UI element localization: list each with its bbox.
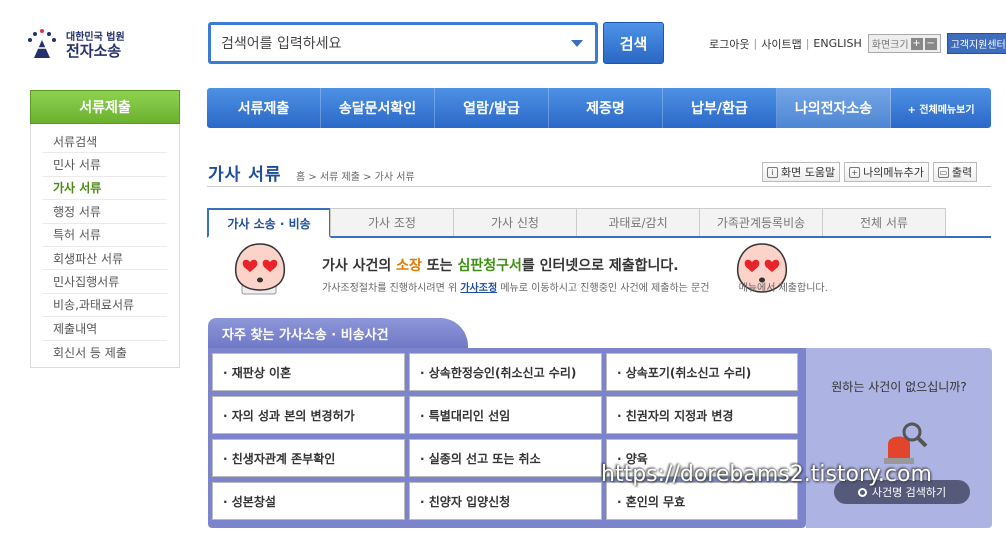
faq-item-judicial-divorce[interactable]: · 재판상 이혼	[212, 353, 405, 391]
watermark-text: https://dorebams2.tistory.com	[601, 462, 932, 487]
tab-all-documents[interactable]: 전체 서류	[822, 208, 946, 236]
english-link[interactable]: ENGLISH	[813, 37, 861, 50]
sidebar-item-bankruptcy[interactable]: 회생파산 서류	[43, 247, 167, 271]
screen-help-label: 화면 도움말	[781, 166, 836, 179]
faq-item-custody-designation[interactable]: · 친권자의 지정과 변경	[606, 396, 798, 434]
nav-all-menu[interactable]: + 전체메뉴보기	[891, 101, 991, 116]
faq-item-limited-inheritance[interactable]: · 상속한정승인(취소신고 수리)	[409, 353, 602, 391]
info-icon: i	[767, 166, 778, 178]
bookmark-icon: +	[849, 166, 861, 178]
sidebar-title: 서류제출	[30, 90, 180, 124]
font-size-label: 화면크기	[871, 40, 909, 51]
search-box	[208, 22, 598, 64]
tab-family-application[interactable]: 가사 신청	[453, 208, 577, 236]
font-size-control: 화면크기 + −	[867, 34, 941, 53]
divider	[207, 186, 991, 187]
add-my-menu-label: 나의메뉴추가	[863, 166, 924, 179]
case-search-help: 원하는 사건이 없으십니까? 사건명 검색하기	[806, 348, 992, 528]
petition-highlight: 심판청구서	[457, 258, 522, 274]
sidebar-item-family[interactable]: 가사 서류	[43, 177, 167, 201]
help-question: 원하는 사건이 없으십니까?	[831, 380, 967, 394]
sidebar-item-administrative[interactable]: 행정 서류	[43, 200, 167, 224]
tab-family-litigation[interactable]: 가사 소송 · 비송	[207, 208, 331, 238]
nav-service-documents[interactable]: 송달문서확인	[321, 88, 435, 128]
complaint-highlight: 소장	[396, 258, 422, 274]
logo-big-text: 전자소송	[66, 42, 122, 60]
nav-certificates[interactable]: 제증명	[549, 88, 663, 128]
sidebar-item-submission-history[interactable]: 제출내역	[43, 317, 167, 341]
logout-link[interactable]: 로그아웃	[709, 36, 749, 52]
breadcrumb: 홈 > 서류 제출 > 가사 서류	[296, 172, 415, 183]
printer-icon: ▭	[937, 166, 949, 178]
sidebar-item-civil[interactable]: 민사 서류	[43, 153, 167, 177]
search-input[interactable]	[221, 33, 561, 55]
faq-item-parentage-confirmation[interactable]: · 친생자관계 존부확인	[212, 439, 405, 477]
faq-item-surname-creation[interactable]: · 성본창설	[212, 482, 405, 520]
main-navigation: 서류제출 송달문서확인 열람/발급 제증명 납부/환급 나의전자소송 + 전체메…	[207, 88, 991, 128]
court-logo[interactable]: 대한민국 법원 전자소송	[24, 26, 134, 62]
faq-item-inheritance-renunciation[interactable]: · 상속포기(취소신고 수리)	[606, 353, 798, 391]
faq-item-full-adoption[interactable]: · 친양자 입양신청	[409, 482, 602, 520]
page-tools: i 화면 도움말 + 나의메뉴추가 ▭ 출력	[762, 162, 978, 182]
sitemap-link[interactable]: 사이트맵	[761, 36, 801, 52]
sidebar-item-reply-submission[interactable]: 회신서 등 제출	[43, 341, 167, 364]
info-headline: 가사 사건의 소장 또는 심판청구서를 인터넷으로 제출합니다.	[322, 258, 679, 274]
tab-family-registration[interactable]: 가족관계등록비송	[699, 208, 823, 236]
sidebar-menu: 서류검색 민사 서류 가사 서류 행정 서류 특허 서류 회생파산 서류 민사집…	[30, 124, 180, 368]
screen-help-button[interactable]: i 화면 도움말	[762, 162, 841, 182]
utility-links: 로그아웃 | 사이트맵 | ENGLISH 화면크기 + − 고객지원센터	[709, 33, 1006, 54]
category-tabs: 가사 소송 · 비송 가사 조정 가사 신청 과태료/감치 가족관계등록비송 전…	[207, 208, 991, 238]
chevron-down-icon[interactable]	[571, 40, 583, 47]
divider: |	[753, 37, 758, 50]
font-increase-button[interactable]: +	[910, 37, 923, 50]
sidebar-item-document-search[interactable]: 서류검색	[43, 130, 167, 154]
sidebar-item-patent[interactable]: 특허 서류	[43, 224, 167, 247]
faq-item-marriage-nullity[interactable]: · 혼인의 무효	[606, 482, 798, 520]
print-label: 출력	[951, 166, 973, 179]
nav-document-submission[interactable]: 서류제출	[207, 88, 321, 128]
sidebar-item-civil-execution[interactable]: 민사집행서류	[43, 270, 167, 294]
page-title: 가사 서류	[208, 165, 282, 185]
tab-family-mediation[interactable]: 가사 조정	[330, 208, 454, 236]
font-decrease-button[interactable]: −	[924, 37, 937, 50]
faq-item-special-agent[interactable]: · 특별대리인 선임	[409, 396, 602, 434]
add-my-menu-button[interactable]: + 나의메뉴추가	[844, 162, 929, 182]
heart-eyes-peach-sticker-icon	[234, 243, 286, 295]
faq-item-disappearance[interactable]: · 실종의 선고 또는 취소	[409, 439, 602, 477]
search-button[interactable]: 검색	[603, 22, 664, 64]
court-emblem-icon	[28, 29, 56, 58]
nav-my-ecourt[interactable]: 나의전자소송	[777, 88, 891, 128]
nav-view-issue[interactable]: 열람/발급	[435, 88, 549, 128]
faq-item-surname-change[interactable]: · 자의 성과 본의 변경허가	[212, 396, 405, 434]
family-mediation-link[interactable]: 가사조정	[460, 283, 497, 294]
divider: |	[805, 37, 810, 50]
print-button[interactable]: ▭ 출력	[932, 162, 978, 182]
search-icon	[857, 487, 867, 497]
siren-magnifier-icon	[884, 422, 928, 464]
faq-title: 자주 찾는 가사소송 · 비송사건	[208, 318, 468, 348]
nav-payment-refund[interactable]: 납부/환급	[663, 88, 777, 128]
info-description: 가사조정절차를 진행하시려면 위 가사조정 메뉴로 이동하시고 진행중인 사건에…	[322, 283, 828, 294]
support-center-button[interactable]: 고객지원센터	[946, 33, 1006, 54]
sidebar-item-nonlitigation[interactable]: 비송,과태료서류	[43, 294, 167, 318]
faq-panel: · 재판상 이혼 · 상속한정승인(취소신고 수리) · 상속포기(취소신고 수…	[208, 348, 806, 528]
tab-fine-detention[interactable]: 과태료/감치	[576, 208, 700, 236]
